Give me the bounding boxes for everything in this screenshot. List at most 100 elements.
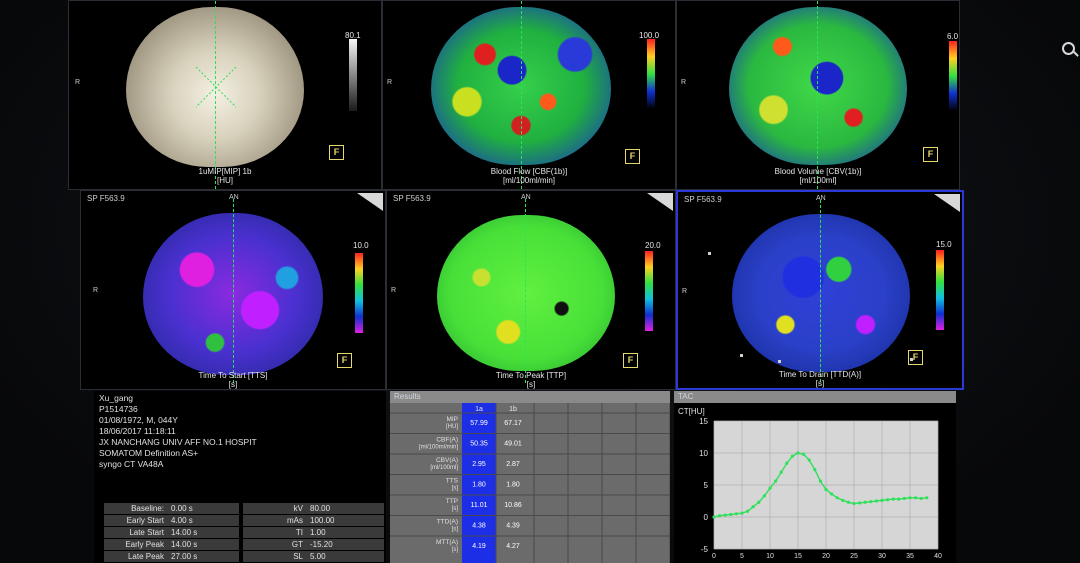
scale-max-value: 15.0 — [936, 240, 952, 249]
orientation-right: R — [387, 79, 393, 86]
filter-icon[interactable]: F — [623, 353, 638, 368]
scanner-model: SOMATOM Definition AS+ — [99, 448, 199, 458]
row-label: TTD(A) — [437, 519, 458, 526]
corner-fold-icon[interactable] — [647, 193, 673, 211]
orientation-right: R — [75, 79, 81, 86]
y-tick-label: -5 — [701, 545, 709, 554]
brain-image-cbv — [729, 7, 907, 165]
series-label: SP F563.9 — [393, 194, 431, 203]
corner-fold-icon[interactable] — [934, 194, 960, 212]
param-value[interactable]: 27.00 s — [168, 551, 239, 562]
cell-value: 4.19 — [472, 543, 486, 550]
viewport-ttd[interactable]: SP F563.9 AN R 15.0 F Time To Drain [TTD… — [676, 190, 964, 390]
cell-value: 50.35 — [470, 441, 488, 448]
param-value[interactable]: 14.00 s — [168, 539, 239, 550]
filter-icon[interactable]: F — [908, 350, 923, 365]
param-value: 1.00 — [307, 527, 384, 538]
cell-value: 49.01 — [504, 441, 522, 448]
series-label: SP F563.9 — [87, 194, 125, 203]
cell-value: 10.86 — [504, 502, 522, 509]
data-point — [785, 461, 789, 465]
grayscale-bar — [349, 39, 357, 111]
midline-marker — [525, 199, 526, 383]
data-point — [718, 514, 722, 518]
cell-value: 1.80 — [506, 482, 520, 489]
param-row: Early Peak 14.00 s GT -15.20 — [104, 539, 384, 550]
param-label: Late Peak — [104, 551, 168, 562]
param-row: Early Start 4.00 s mAs 100.00 — [104, 515, 384, 526]
viewport-cbv[interactable]: R 6.0 F Blood Volume [CBV(1b)] [ml/100ml… — [676, 0, 960, 190]
data-point — [852, 501, 856, 506]
x-tick-label: 0 — [712, 553, 716, 560]
x-tick-label: 5 — [740, 553, 744, 560]
y-tick-label: 5 — [704, 481, 709, 490]
filter-icon[interactable]: F — [923, 147, 938, 162]
data-point — [807, 458, 811, 462]
param-value: 5.00 — [307, 551, 384, 562]
data-point — [824, 487, 828, 492]
x-tick-label: 40 — [934, 553, 942, 560]
row-unit: [s] — [452, 506, 459, 512]
cell-value: 2.87 — [506, 461, 520, 468]
data-point — [740, 511, 744, 515]
midline-marker — [521, 1, 522, 189]
param-value: 100.00 — [307, 515, 384, 526]
brain-image-ttp — [437, 215, 615, 371]
x-tick-label: 20 — [822, 553, 830, 560]
color-scale-bar — [936, 250, 944, 330]
viewport-mip[interactable]: R 80.1 F 1uMIP[MIP] 1b [HU] — [68, 0, 382, 190]
patient-info-panel: Xu_gang P1514736 01/08/1972, M, 044Y 18/… — [94, 391, 386, 563]
param-value[interactable]: 4.00 s — [168, 515, 239, 526]
roi-handle[interactable] — [778, 360, 781, 363]
data-point — [813, 468, 817, 472]
color-scale-bar — [949, 41, 957, 111]
series-label: SP F563.9 — [684, 195, 722, 204]
data-point — [729, 512, 733, 517]
orientation-right: R — [682, 288, 688, 295]
data-point — [790, 454, 794, 458]
param-row: Baseline: 0.00 s kV 80.00 — [104, 503, 384, 514]
results-bg — [390, 403, 670, 563]
filter-icon[interactable]: F — [337, 353, 352, 368]
data-point — [880, 498, 884, 502]
caption-unit: [s] — [815, 379, 825, 388]
roi-handle[interactable] — [740, 354, 743, 357]
results-panel: Results 1a 1b MIP [HU] 57.99 67.17 CBF(A) [ml/1… — [390, 391, 670, 563]
row-label: TTS — [446, 478, 459, 485]
institution: JX NANCHANG UNIV AFF NO.1 HOSPIT — [99, 437, 257, 447]
filter-icon[interactable]: F — [625, 149, 640, 164]
magnifier-icon[interactable] — [1062, 42, 1075, 55]
corner-fold-icon[interactable] — [357, 193, 383, 211]
patient-dob: 01/08/1972, M, 044Y — [99, 415, 178, 425]
scale-max-value: 80.1 — [345, 31, 361, 40]
results-title: Results — [390, 391, 670, 403]
caption-title: Time To Drain [TTD(A)] — [778, 370, 862, 379]
data-point — [779, 470, 783, 474]
row-label: CBV(A) — [436, 457, 458, 464]
brain-image-ttd — [732, 214, 910, 372]
software-version: syngo CT VA48A — [99, 459, 164, 469]
x-tick-label: 35 — [906, 553, 914, 560]
viewport-tts[interactable]: SP F563.9 AN R 10.0 F Time To Start [TTS… — [80, 190, 386, 390]
filter-icon[interactable]: F — [329, 145, 344, 160]
caption-unit: [s] — [526, 380, 536, 389]
parameter-grid: Baseline: 0.00 s kV 80.00 Early Start 4.… — [104, 503, 384, 563]
param-label: Early Start — [104, 515, 168, 526]
data-point — [712, 515, 716, 519]
x-tick-label: 30 — [878, 553, 886, 560]
viewport-cbf[interactable]: R 100.0 F Blood Flow [CBF(1b)] [ml/100ml… — [382, 0, 676, 190]
orientation-right: R — [391, 287, 397, 294]
tac-title: TAC — [674, 391, 956, 403]
roi-handle[interactable] — [708, 252, 711, 255]
y-tick-label: 0 — [704, 513, 709, 522]
data-point — [869, 500, 873, 504]
param-value[interactable]: 14.00 s — [168, 527, 239, 538]
data-point — [746, 509, 750, 513]
viewport-ttp[interactable]: SP F563.9 AN R 20.0 F Time To Peak [TTP]… — [386, 190, 676, 390]
param-label: mAs — [243, 515, 307, 526]
data-point — [914, 496, 918, 500]
param-value[interactable]: 0.00 s — [168, 503, 239, 514]
data-point — [774, 479, 778, 483]
cell-value: 1.80 — [472, 482, 486, 489]
row-unit: [HU] — [446, 424, 458, 430]
